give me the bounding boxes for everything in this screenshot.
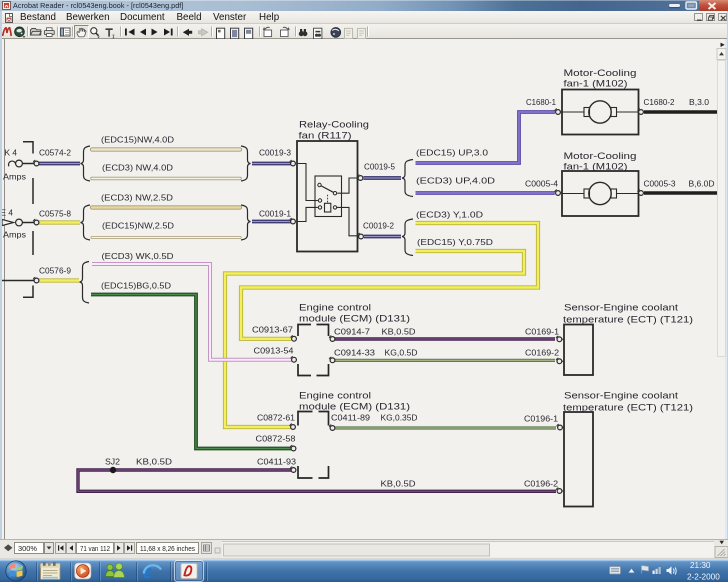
svg-text:C0872-61: C0872-61 (257, 413, 295, 423)
svg-text:C0005-4: C0005-4 (525, 179, 558, 189)
svg-text:C0872-58: C0872-58 (256, 434, 296, 444)
svg-text:fan (R117): fan (R117) (299, 131, 352, 142)
svg-text:(EDC15)BG,0.5D: (EDC15)BG,0.5D (101, 281, 171, 291)
svg-text:(EDC15)NW,2.5D: (EDC15)NW,2.5D (102, 221, 174, 231)
svg-text:KG,0.35D: KG,0.35D (381, 413, 418, 423)
svg-text:C0019-5: C0019-5 (364, 162, 395, 172)
svg-text:temperature (ECT) (T121): temperature (ECT) (T121) (563, 403, 693, 414)
svg-text:300%: 300% (18, 544, 37, 553)
svg-text:Motor-Cooling: Motor-Cooling (564, 68, 637, 79)
svg-text:21:30: 21:30 (690, 561, 711, 570)
svg-text:(EDC15)NW,4.0D: (EDC15)NW,4.0D (101, 135, 174, 145)
svg-text:K 4: K 4 (5, 148, 18, 158)
svg-text:KB,0.5D: KB,0.5D (136, 457, 172, 467)
svg-text:C0005-3: C0005-3 (644, 179, 676, 189)
svg-text:(ECD3) NW,2.5D: (ECD3) NW,2.5D (101, 193, 173, 203)
svg-text:(ECD3) Y,1.0D: (ECD3) Y,1.0D (416, 210, 483, 220)
svg-text:C0019-1: C0019-1 (259, 209, 291, 219)
svg-text:(ECD3) NW,4.0D: (ECD3) NW,4.0D (102, 163, 173, 173)
svg-text:Amps: Amps (3, 230, 26, 240)
svg-text:C0914-33: C0914-33 (334, 348, 375, 358)
svg-text:C0575-8: C0575-8 (39, 209, 71, 219)
svg-text:C0169-2: C0169-2 (525, 348, 559, 358)
svg-text:11,68 x 8,26 inches: 11,68 x 8,26 inches (140, 546, 195, 553)
svg-text:C0576-9: C0576-9 (39, 266, 71, 276)
svg-text:Engine control: Engine control (299, 303, 371, 314)
svg-text:KB,0.5D: KB,0.5D (381, 479, 416, 489)
svg-text:C0913-67: C0913-67 (252, 325, 293, 335)
svg-text:KG,0.5D: KG,0.5D (385, 348, 418, 358)
svg-text:C0169-1: C0169-1 (525, 327, 559, 337)
svg-text:temperature (ECT) (T121): temperature (ECT) (T121) (563, 315, 693, 326)
svg-text:C0411-93: C0411-93 (257, 457, 296, 467)
svg-text:(EDC15) Y,0.75D: (EDC15) Y,0.75D (417, 237, 493, 247)
svg-text:C0019-3: C0019-3 (259, 148, 291, 158)
svg-text:Amps: Amps (3, 172, 26, 182)
svg-text:C1680-1: C1680-1 (526, 97, 556, 107)
svg-text:C0914-7: C0914-7 (334, 327, 370, 337)
svg-text:Engine control: Engine control (299, 391, 371, 402)
svg-text:(EDC15) UP,3.0: (EDC15) UP,3.0 (416, 148, 488, 158)
svg-text:KB,0.5D: KB,0.5D (382, 327, 416, 337)
svg-text:C0196-1: C0196-1 (524, 414, 558, 424)
svg-text:C0019-2: C0019-2 (363, 221, 394, 231)
svg-text:B,3.0: B,3.0 (689, 97, 709, 107)
svg-text:(ECD3) WK,0.5D: (ECD3) WK,0.5D (102, 251, 174, 261)
svg-text:(ECD3) UP,4.0D: (ECD3) UP,4.0D (416, 176, 495, 186)
svg-text:71 van 112: 71 van 112 (80, 546, 110, 553)
svg-text:Relay-Cooling: Relay-Cooling (299, 120, 369, 131)
svg-text:E 4: E 4 (1, 208, 14, 218)
svg-text:module (ECM) (D131): module (ECM) (D131) (299, 314, 410, 325)
svg-text:Motor-Cooling: Motor-Cooling (564, 151, 637, 162)
svg-text:C1680-2: C1680-2 (644, 97, 675, 107)
svg-text:fan-1 (M102): fan-1 (M102) (564, 79, 628, 90)
svg-text:C0574-2: C0574-2 (39, 148, 71, 158)
svg-text:Sensor-Engine coolant: Sensor-Engine coolant (564, 303, 678, 314)
svg-text:module (ECM) (D131): module (ECM) (D131) (299, 402, 410, 413)
svg-text:SJ2: SJ2 (105, 457, 120, 467)
svg-text:B,6.0D: B,6.0D (689, 179, 715, 189)
svg-text:2-2-2000: 2-2-2000 (687, 573, 720, 582)
svg-text:C0411-89: C0411-89 (331, 413, 370, 423)
svg-text:Sensor-Engine coolant: Sensor-Engine coolant (564, 391, 678, 402)
svg-text:C0196-2: C0196-2 (524, 479, 558, 489)
svg-text:fan-1 (M102): fan-1 (M102) (564, 162, 628, 173)
svg-text:C0913-54: C0913-54 (254, 346, 294, 356)
